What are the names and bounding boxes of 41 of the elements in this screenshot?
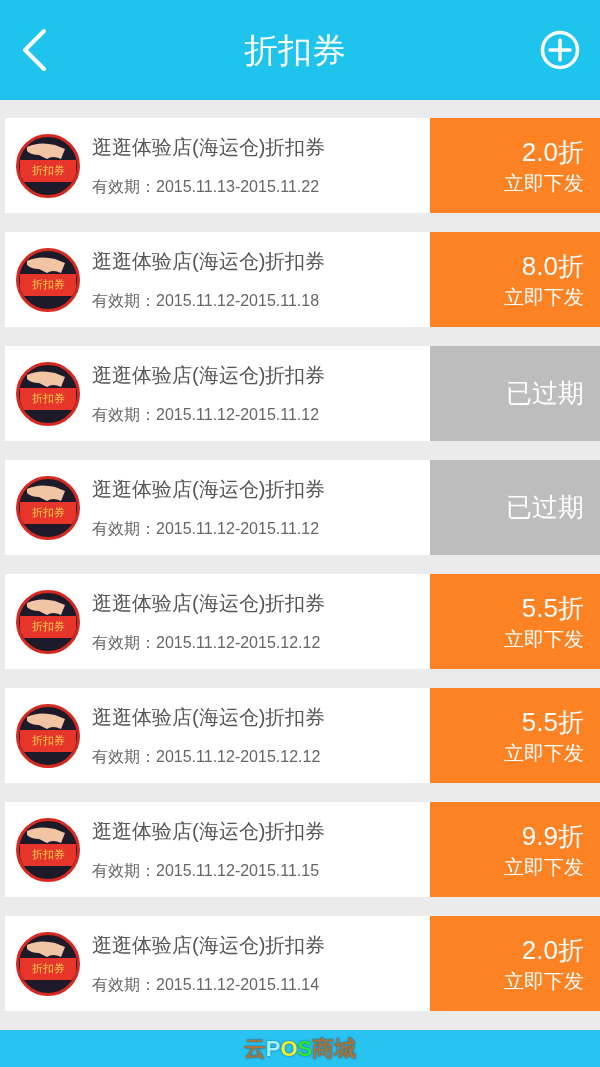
badge-label: 折扣券 bbox=[20, 501, 76, 524]
coupon-card[interactable]: 折扣券 逛逛体验店(海运仓)折扣券 有效期：2015.11.12-2015.12.12 5.5折 立即下发 bbox=[5, 688, 600, 783]
expired-status: 已过期 bbox=[430, 460, 600, 555]
coupon-title: 逛逛体验店(海运仓)折扣券 bbox=[92, 818, 326, 843]
coupon-card[interactable]: 折扣券 逛逛体验店(海运仓)折扣券 有效期：2015.11.12-2015.11.14 2.0折 立即下发 bbox=[5, 916, 600, 1011]
coupon-card[interactable]: 折扣券 逛逛体验店(海运仓)折扣券 有效期：2015.11.12-2015.12.12 5.5折 立即下发 bbox=[5, 574, 600, 669]
validity-text: 有效期：2015.11.12-2015.12.12 bbox=[92, 746, 322, 767]
coupon-card[interactable]: 折扣券 逛逛体验店(海运仓)折扣券 有效期：2015.11.12-2015.11.12 已过期 bbox=[5, 460, 600, 555]
validity-text: 有效期：2015.11.12-2015.11.15 bbox=[92, 860, 321, 881]
validity-text: 有效期：2015.11.12-2015.12.12 bbox=[92, 632, 322, 653]
badge-label: 折扣券 bbox=[20, 615, 76, 638]
validity-text: 有效期：2015.11.12-2015.11.12 bbox=[92, 518, 321, 539]
badge-label: 折扣券 bbox=[20, 729, 76, 752]
validity-text: 有效期：2015.11.12-2015.11.12 bbox=[92, 404, 321, 425]
coupon-title: 逛逛体验店(海运仓)折扣券 bbox=[92, 932, 326, 957]
coupon-title: 逛逛体验店(海运仓)折扣券 bbox=[92, 476, 326, 501]
add-icon[interactable] bbox=[540, 30, 580, 70]
coupon-title: 逛逛体验店(海运仓)折扣券 bbox=[92, 362, 326, 387]
badge-label: 折扣券 bbox=[20, 957, 76, 980]
page-title: 折扣券 bbox=[244, 29, 346, 71]
coupon-title: 逛逛体验店(海运仓)折扣券 bbox=[92, 134, 326, 159]
expired-status: 已过期 bbox=[430, 346, 600, 441]
coupon-title: 逛逛体验店(海运仓)折扣券 bbox=[92, 704, 326, 729]
badge-label: 折扣券 bbox=[20, 843, 76, 866]
coupon-card[interactable]: 折扣券 逛逛体验店(海运仓)折扣券 有效期：2015.11.12-2015.11.12 已过期 bbox=[5, 346, 600, 441]
badge-label: 折扣券 bbox=[20, 387, 76, 410]
badge-label: 折扣券 bbox=[20, 273, 76, 296]
logo-text: 商城 bbox=[312, 1035, 357, 1062]
coupon-card[interactable]: 折扣券 逛逛体验店(海运仓)折扣券 有效期：2015.11.12-2015.11.15 9.9折 立即下发 bbox=[5, 802, 600, 897]
logo-text: P bbox=[265, 1035, 281, 1062]
badge-label: 折扣券 bbox=[20, 159, 76, 182]
logo-text: O bbox=[280, 1035, 298, 1062]
validity-text: 有效期：2015.11.13-2015.11.22 bbox=[92, 176, 321, 197]
logo-text: 云 bbox=[243, 1035, 266, 1062]
coupon-title: 逛逛体验店(海运仓)折扣券 bbox=[92, 248, 326, 273]
coupon-card[interactable]: 折扣券 逛逛体验店(海运仓)折扣券 有效期：2015.11.12-2015.11.18 8.0折 立即下发 bbox=[5, 232, 600, 327]
coupon-card[interactable]: 折扣券 逛逛体验店(海运仓)折扣券 有效期：2015.11.13-2015.11.22 2.0折 立即下发 bbox=[5, 118, 600, 213]
validity-text: 有效期：2015.11.12-2015.11.14 bbox=[92, 974, 321, 995]
logo-text: S bbox=[297, 1035, 313, 1062]
coupon-title: 逛逛体验店(海运仓)折扣券 bbox=[92, 590, 326, 615]
validity-text: 有效期：2015.11.12-2015.11.18 bbox=[92, 290, 321, 311]
